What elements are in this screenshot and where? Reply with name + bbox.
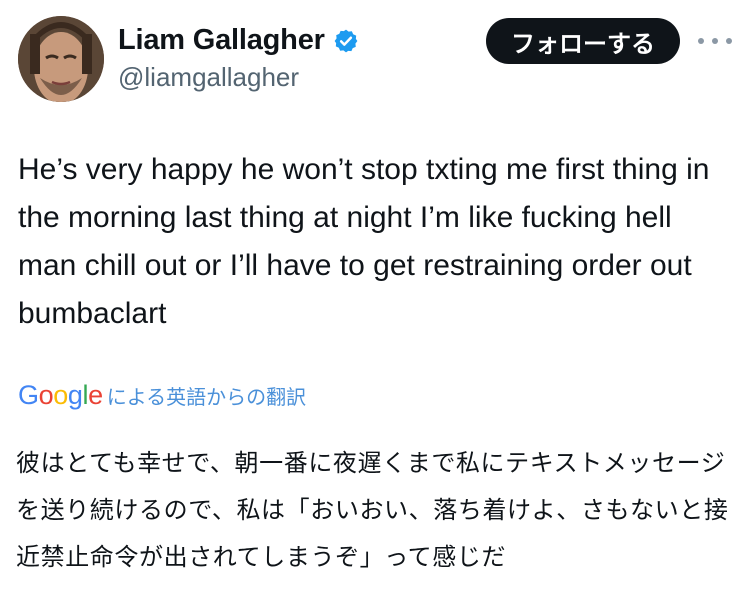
translation-attribution[interactable]: Google による英語からの翻訳 xyxy=(18,380,306,411)
google-logo-letter: o xyxy=(53,380,68,410)
more-dot xyxy=(698,38,704,44)
tweet-text: He’s very happy he won’t stop txting me … xyxy=(18,153,718,330)
more-dot xyxy=(726,38,732,44)
display-name[interactable]: Liam Gallagher xyxy=(118,24,325,57)
translation-label[interactable]: による英語からの翻訳 xyxy=(107,381,306,410)
google-logo-letter: o xyxy=(38,380,54,410)
avatar[interactable] xyxy=(18,16,104,102)
name-row: Liam Gallagher xyxy=(118,24,359,57)
user-handle[interactable]: @liamgallagher xyxy=(118,62,299,93)
more-dot xyxy=(712,38,718,44)
verified-badge-icon xyxy=(333,28,359,54)
tweet-header: Liam Gallagher @liamgallagher フォローする xyxy=(0,0,750,110)
follow-button[interactable]: フォローする xyxy=(486,18,680,64)
avatar-image xyxy=(18,16,104,102)
google-logo-letter: g xyxy=(67,380,83,410)
google-logo-letter: G xyxy=(18,380,39,410)
translated-text: 彼はとても幸せで、朝一番に夜遅くまで私にテキストメッセージを送り続けるので、私は… xyxy=(16,449,729,571)
google-logo: Google xyxy=(18,380,103,411)
more-horizontal-icon[interactable] xyxy=(698,36,732,46)
google-logo-letter: e xyxy=(88,380,103,410)
